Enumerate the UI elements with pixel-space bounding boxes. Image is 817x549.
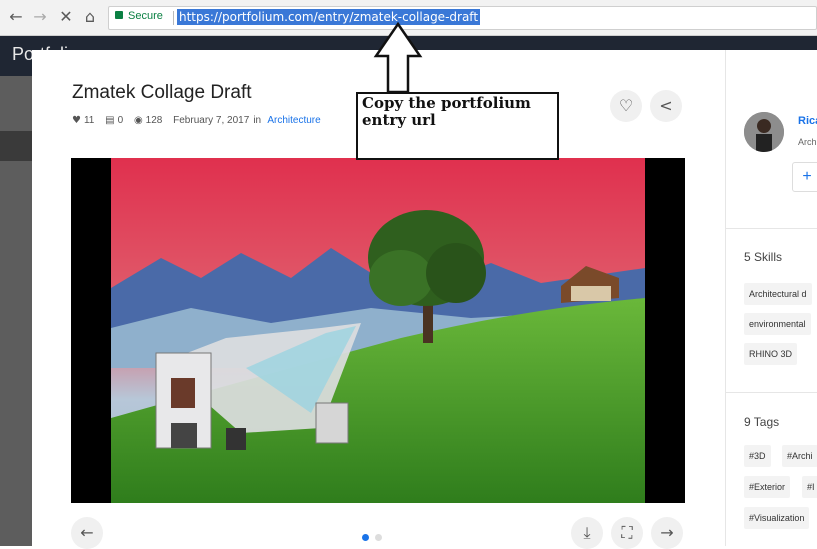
divider bbox=[726, 392, 817, 393]
skill-chip[interactable]: Architectural d bbox=[744, 283, 812, 305]
secure-indicator[interactable]: Secure bbox=[115, 10, 163, 22]
annotation-arrow-icon bbox=[373, 22, 423, 94]
expand-icon: ⛶ bbox=[621, 523, 633, 542]
tag-chip[interactable]: #Archi bbox=[782, 445, 817, 467]
arrow-left-icon: ← bbox=[80, 523, 94, 542]
url-text[interactable]: https://portfolium.com/entry/zmatek-coll… bbox=[177, 9, 481, 25]
backdrop-band bbox=[0, 131, 32, 161]
entry-sidebar: Rica Arch + 5 Skills Architectural d env… bbox=[725, 50, 817, 546]
annotation-note: Copy the portfolium entry url bbox=[356, 92, 559, 160]
fullscreen-button[interactable]: ⛶ bbox=[611, 517, 643, 549]
follow-button[interactable]: + bbox=[792, 162, 817, 192]
page-backdrop bbox=[0, 76, 32, 546]
views-value: 128 bbox=[145, 115, 163, 126]
likes-count: ♥ 11 bbox=[72, 115, 98, 126]
divider bbox=[173, 11, 174, 25]
lock-icon bbox=[115, 11, 123, 19]
arrow-right-icon: → bbox=[660, 523, 674, 542]
home-icon[interactable]: ⌂ bbox=[80, 7, 100, 27]
heart-icon: ♥ bbox=[72, 115, 81, 126]
entry-image[interactable] bbox=[71, 158, 685, 503]
likes-value: 11 bbox=[83, 115, 95, 126]
prev-button[interactable]: ← bbox=[71, 517, 103, 549]
download-icon: ⤓ bbox=[583, 523, 591, 542]
user-name-link[interactable]: Rica bbox=[798, 115, 817, 127]
share-icon: < bbox=[659, 96, 673, 115]
secure-label: Secure bbox=[128, 10, 163, 22]
download-button[interactable]: ⤓ bbox=[571, 517, 603, 549]
skills-title: 5 Skills bbox=[744, 250, 783, 264]
skill-chip[interactable]: RHINO 3D bbox=[744, 343, 798, 365]
carousel-dot-active[interactable] bbox=[362, 534, 369, 541]
entry-title: Zmatek Collage Draft bbox=[72, 82, 252, 103]
views-count: ◉ 128 bbox=[134, 115, 166, 126]
tag-chip[interactable]: #I bbox=[802, 476, 817, 498]
share-button[interactable]: < bbox=[650, 90, 682, 122]
address-bar[interactable]: Secure https://portfolium.com/entry/zmat… bbox=[108, 6, 817, 30]
comments-count: ▤ 0 bbox=[105, 115, 127, 126]
user-subtitle: Arch bbox=[798, 137, 817, 147]
carousel-dot[interactable] bbox=[375, 534, 382, 541]
entry-date: February 7, 2017 bbox=[173, 115, 250, 126]
avatar[interactable] bbox=[744, 112, 784, 152]
skill-chip[interactable]: environmental bbox=[744, 313, 811, 335]
tag-chip[interactable]: #3D bbox=[744, 445, 771, 467]
category-link[interactable]: Architecture bbox=[267, 115, 320, 126]
tags-title: 9 Tags bbox=[744, 415, 780, 429]
next-button[interactable]: → bbox=[651, 517, 683, 549]
like-button[interactable]: ♡ bbox=[610, 90, 642, 122]
tag-chip[interactable]: #Visualization bbox=[744, 507, 810, 529]
back-icon[interactable]: ← bbox=[6, 7, 26, 27]
collage-image bbox=[71, 158, 685, 503]
carousel-dots bbox=[362, 528, 388, 546]
in-label: in bbox=[253, 115, 262, 126]
entry-meta: ♥ 11 ▤ 0 ◉ 128 February 7, 2017 in Architect… bbox=[72, 115, 325, 126]
avatar-image bbox=[744, 112, 784, 152]
comments-value: 0 bbox=[117, 115, 124, 126]
heart-outline-icon: ♡ bbox=[618, 96, 634, 115]
forward-icon[interactable]: → bbox=[30, 7, 50, 27]
comment-icon: ▤ bbox=[105, 115, 115, 126]
plus-icon: + bbox=[802, 168, 812, 185]
tag-chip[interactable]: #Exterior bbox=[744, 476, 791, 498]
eye-icon: ◉ bbox=[133, 115, 143, 126]
close-icon[interactable]: ✕ bbox=[56, 7, 76, 27]
divider bbox=[726, 228, 817, 229]
